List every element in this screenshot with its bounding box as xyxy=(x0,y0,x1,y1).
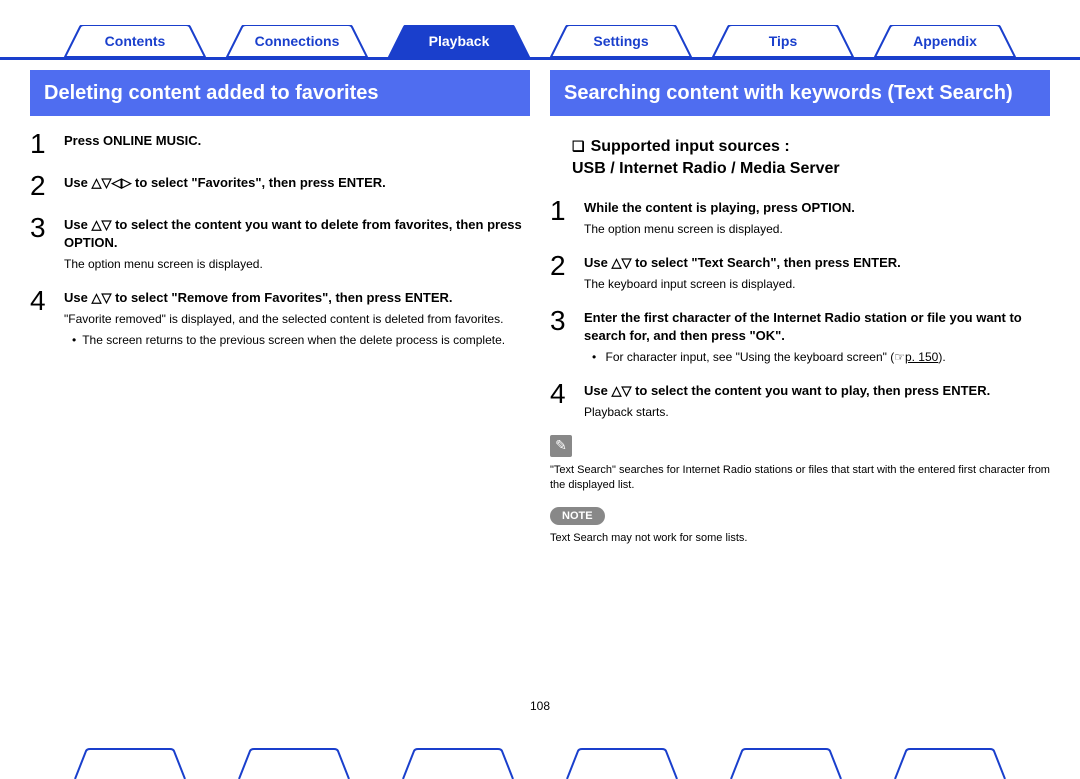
footer-item-4[interactable] xyxy=(562,747,682,779)
tab-label: Connections xyxy=(255,33,340,49)
square-bullet-icon: ❏ xyxy=(572,138,585,154)
sub-value: USB / Internet Radio / Media Server xyxy=(572,160,840,177)
step-3-left: 3 Use △▽ to select the content you want … xyxy=(30,214,530,273)
footer-item-3[interactable] xyxy=(398,747,518,779)
tab-settings[interactable]: Settings xyxy=(546,25,696,57)
step-text: Use △▽ to select the content you want to… xyxy=(584,382,1050,400)
tab-tips[interactable]: Tips xyxy=(708,25,858,57)
footer-item-2[interactable] xyxy=(234,747,354,779)
note-badge: NOTE xyxy=(550,507,605,525)
step-number: 1 xyxy=(30,130,64,158)
step-text: While the content is playing, press OPTI… xyxy=(584,199,1050,217)
step-text: Use △▽ to select "Text Search", then pre… xyxy=(584,254,1050,272)
supported-sources: ❏ Supported input sources : USB / Interne… xyxy=(550,130,1050,187)
pencil-icon: ✎ xyxy=(550,435,572,457)
step-subtext: The option menu screen is displayed. xyxy=(64,256,530,273)
step-1-right: 1 While the content is playing, press OP… xyxy=(550,197,1050,238)
tab-label: Contents xyxy=(105,33,166,49)
step-text: Use △▽ to select the content you want to… xyxy=(64,216,530,252)
tab-label: Appendix xyxy=(913,33,977,49)
tab-contents[interactable]: Contents xyxy=(60,25,210,57)
right-column: Searching content with keywords (Text Se… xyxy=(550,70,1050,558)
step-subtext: "Favorite removed" is displayed, and the… xyxy=(64,311,530,328)
page-number: 108 xyxy=(0,699,1080,713)
footer-item-5[interactable] xyxy=(726,747,846,779)
step-3-right: 3 Enter the first character of the Inter… xyxy=(550,307,1050,366)
step-number: 1 xyxy=(550,197,584,225)
tab-label: Tips xyxy=(769,33,798,49)
step-text: Use △▽ to select "Remove from Favorites"… xyxy=(64,289,530,307)
step-number: 3 xyxy=(550,307,584,335)
step-text: Press ONLINE MUSIC. xyxy=(64,132,530,150)
step-subtext: The keyboard input screen is displayed. xyxy=(584,276,1050,293)
step-subtext: Playback starts. xyxy=(584,404,1050,421)
step-1-left: 1 Press ONLINE MUSIC. xyxy=(30,130,530,158)
step-number: 3 xyxy=(30,214,64,242)
tip-text: "Text Search" searches for Internet Radi… xyxy=(550,463,1050,494)
step-2-right: 2 Use △▽ to select "Text Search", then p… xyxy=(550,252,1050,293)
note-text: Text Search may not work for some lists. xyxy=(550,531,1050,546)
content-columns: Deleting content added to favorites 1 Pr… xyxy=(0,60,1080,558)
step-number: 2 xyxy=(550,252,584,280)
step-text: Enter the first character of the Interne… xyxy=(584,309,1050,345)
left-column: Deleting content added to favorites 1 Pr… xyxy=(30,70,530,558)
footer-nav xyxy=(0,721,1080,761)
page-link[interactable]: p. 150 xyxy=(905,350,938,364)
step-number: 4 xyxy=(550,380,584,408)
step-number: 4 xyxy=(30,287,64,315)
sub-label: Supported input sources : xyxy=(591,138,790,155)
step-bullet: The screen returns to the previous scree… xyxy=(64,332,530,349)
step-bullet: For character input, see "Using the keyb… xyxy=(584,349,1050,366)
step-text: Use △▽◁▷ to select "Favorites", then pre… xyxy=(64,174,530,192)
step-4-left: 4 Use △▽ to select "Remove from Favorite… xyxy=(30,287,530,349)
section-title-left: Deleting content added to favorites xyxy=(30,70,530,116)
step-number: 2 xyxy=(30,172,64,200)
section-title-right: Searching content with keywords (Text Se… xyxy=(550,70,1050,116)
step-4-right: 4 Use △▽ to select the content you want … xyxy=(550,380,1050,421)
tab-connections[interactable]: Connections xyxy=(222,25,372,57)
tab-label: Settings xyxy=(593,33,648,49)
footer-item-1[interactable] xyxy=(70,747,190,779)
tab-appendix[interactable]: Appendix xyxy=(870,25,1020,57)
footer-item-6[interactable] xyxy=(890,747,1010,779)
step-subtext: The option menu screen is displayed. xyxy=(584,221,1050,238)
nav-tabs: Contents Connections Playback Settings T… xyxy=(0,0,1080,60)
tab-playback[interactable]: Playback xyxy=(384,25,534,57)
step-2-left: 2 Use △▽◁▷ to select "Favorites", then p… xyxy=(30,172,530,200)
tab-label: Playback xyxy=(429,33,490,49)
